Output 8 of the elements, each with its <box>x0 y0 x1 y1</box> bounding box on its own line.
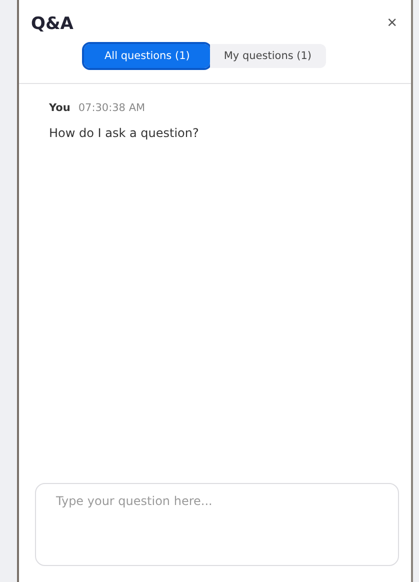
tab[interactable]: All questions (1) <box>84 44 210 68</box>
question-text: How do I ask a question? <box>49 126 200 140</box>
question-input-field[interactable]: Type your question here... <box>35 483 399 566</box>
question-author: You <box>49 102 70 114</box>
close-button[interactable]: × <box>387 14 397 31</box>
question-time: 07:30:38 AM <box>78 102 146 114</box>
panel-title: Q&A <box>31 14 74 34</box>
tab[interactable]: My questions (1) <box>210 44 326 68</box>
